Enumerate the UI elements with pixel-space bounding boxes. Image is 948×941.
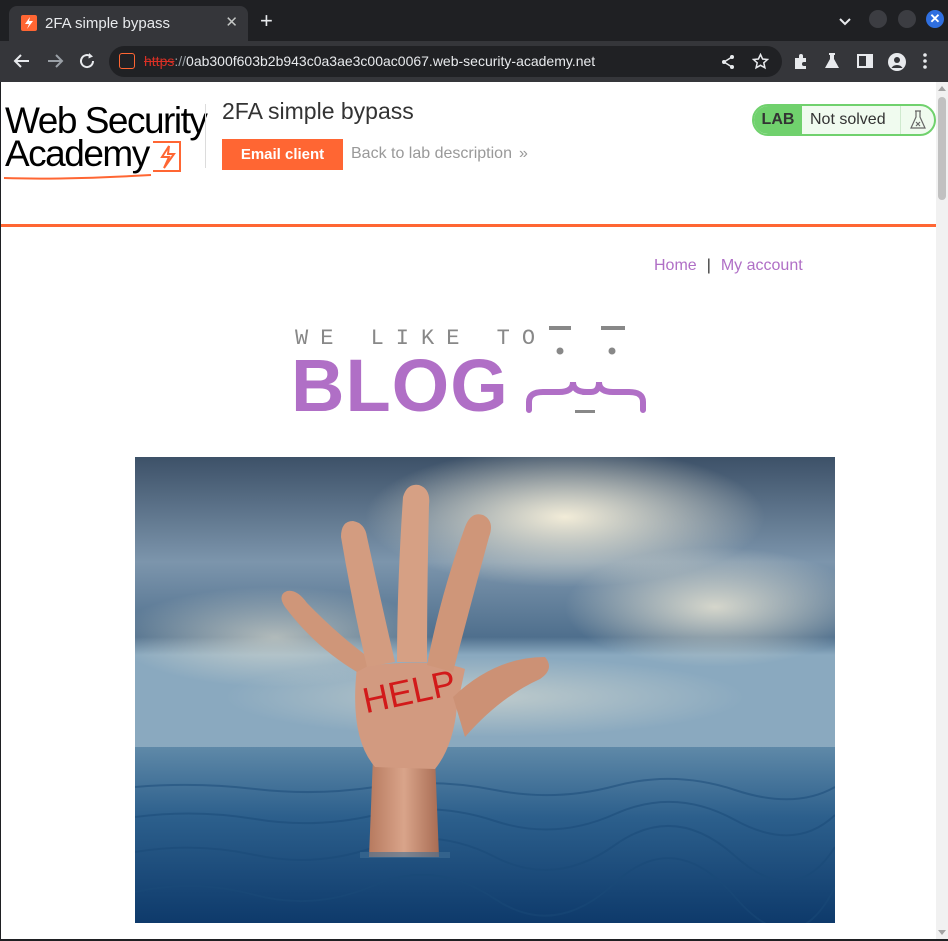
extensions-puzzle-icon[interactable] [792, 52, 810, 75]
lab-title: 2FA simple bypass [222, 98, 414, 124]
minimize-window-button[interactable] [869, 10, 887, 28]
lab-status-widget: LAB Not solved [752, 104, 936, 136]
header-rule [1, 224, 936, 227]
maximize-window-button[interactable] [898, 10, 916, 28]
blog-face-icon [523, 326, 647, 427]
scroll-up-arrow-icon[interactable] [938, 86, 946, 91]
tab-strip: 2FA simple bypass ✕ + ✕ [0, 0, 948, 41]
page-scrollbar[interactable] [936, 82, 948, 939]
tab-title: 2FA simple bypass [45, 15, 171, 32]
url-text[interactable]: https://0ab300f603b2b943c0a3ae3c00ac0067… [144, 53, 595, 69]
share-icon[interactable] [720, 54, 736, 75]
close-window-button[interactable]: ✕ [926, 10, 944, 28]
email-client-button[interactable]: Email client [222, 139, 343, 170]
address-bar[interactable]: https://0ab300f603b2b943c0a3ae3c00ac0067… [109, 46, 782, 77]
logo-bolt-icon [152, 141, 182, 172]
lab-badge: LAB [754, 106, 802, 134]
browser-toolbar: https://0ab300f603b2b943c0a3ae3c00ac0067… [0, 41, 948, 82]
lab-flask-toolbar-icon[interactable] [823, 52, 841, 75]
flask-icon [900, 106, 934, 134]
home-link[interactable]: Home [654, 257, 697, 274]
bookmark-star-icon[interactable] [751, 52, 770, 75]
new-tab-button[interactable]: + [260, 10, 273, 32]
browser-tab[interactable]: 2FA simple bypass ✕ [9, 6, 248, 41]
nav-separator: | [706, 257, 711, 274]
back-to-lab-description-link[interactable]: Back to lab description [351, 145, 512, 163]
close-tab-icon[interactable]: ✕ [225, 14, 238, 32]
forward-arrow-icon[interactable] [46, 52, 64, 75]
logo-swoosh-icon [3, 168, 153, 186]
scroll-thumb[interactable] [938, 97, 946, 200]
side-panel-icon[interactable] [856, 52, 874, 75]
top-navigation: Home | My account [654, 257, 803, 275]
back-arrow-icon[interactable] [13, 52, 31, 75]
page-viewport: Web Security Academy 2FA simple bypass E… [1, 82, 936, 939]
chevron-down-icon[interactable] [838, 14, 852, 32]
reload-icon[interactable] [78, 52, 96, 75]
blog-hero-image[interactable]: HELP [135, 457, 835, 923]
site-info-icon[interactable] [119, 53, 135, 69]
lab-status-text: Not solved [810, 111, 886, 128]
blog-banner: WE LIKE TO BLOG [291, 322, 651, 426]
double-chevron-right-icon: » [519, 145, 528, 162]
portswigger-favicon-icon [21, 15, 37, 31]
browser-menu-icon[interactable] [922, 52, 928, 75]
my-account-link[interactable]: My account [721, 257, 803, 274]
profile-avatar-icon[interactable] [887, 52, 907, 77]
banner-word: BLOG [291, 344, 509, 427]
scroll-down-arrow-icon[interactable] [938, 930, 946, 935]
header-divider [205, 104, 206, 168]
